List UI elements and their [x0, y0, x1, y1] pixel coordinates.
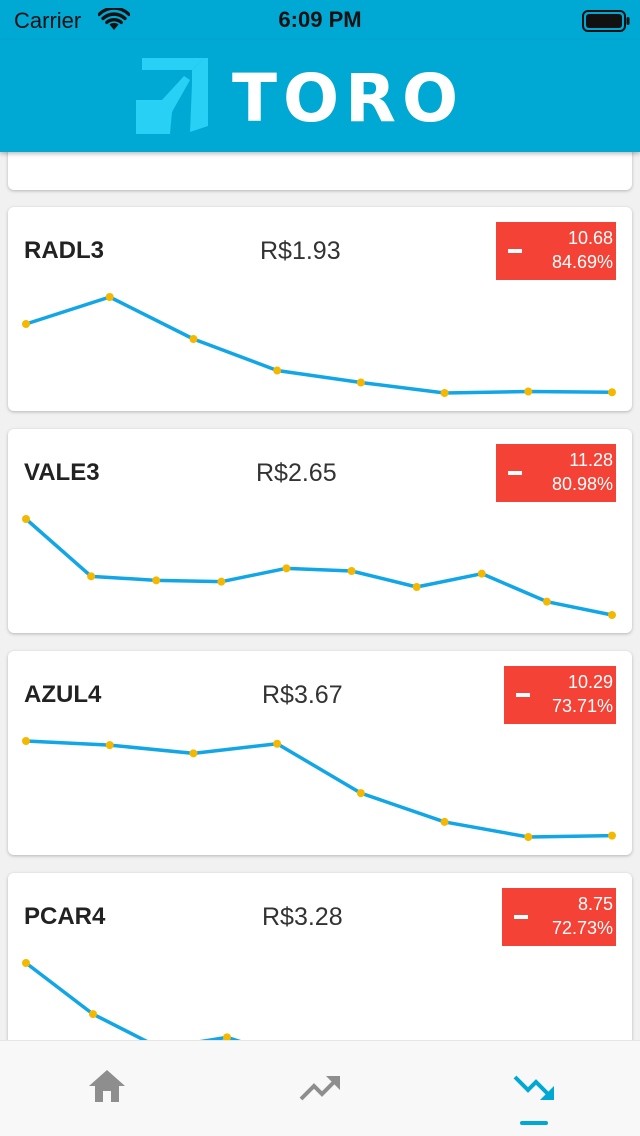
app-header: TORO	[0, 40, 640, 152]
sparkline-point	[524, 387, 533, 396]
sparkline-point	[282, 564, 291, 573]
sparkline-point	[608, 388, 616, 397]
active-tab-indicator	[520, 1121, 548, 1125]
sparkline-point	[217, 577, 226, 586]
sparkline-point	[105, 293, 114, 301]
stock-list[interactable]: RADL3 R$1.93 10.68 84.69% VALE3 R$2.65 1…	[0, 152, 640, 1040]
sparkline-path	[24, 961, 241, 1040]
sparkline-point	[189, 335, 198, 343]
sparkline-point	[22, 515, 30, 523]
sparkline-point	[273, 366, 282, 375]
stock-card[interactable]: RADL3 R$1.93 10.68 84.69%	[8, 207, 632, 411]
logo-text: TORO	[232, 60, 465, 137]
status-bar: Carrier 6:09 PM	[0, 0, 640, 40]
tab-bar	[0, 1040, 640, 1136]
toro-logo-icon	[136, 58, 208, 134]
sparkline-point	[356, 378, 365, 387]
price-sparkline	[22, 737, 616, 841]
sparkline-point	[152, 576, 161, 585]
sparkline-path	[24, 517, 613, 617]
price-sparkline	[22, 959, 241, 1040]
sparkline-point	[347, 567, 356, 575]
tab-home[interactable]	[0, 1041, 213, 1136]
stock-card[interactable]: PCAR4 R$3.28 8.75 72.73%	[8, 873, 632, 1040]
battery-icon	[582, 10, 630, 32]
tab-gainers[interactable]	[213, 1041, 426, 1136]
sparkline-point	[105, 741, 114, 750]
stock-card[interactable]	[8, 152, 632, 190]
sparkline-point	[542, 597, 551, 606]
trending-down-icon	[513, 1075, 554, 1100]
sparkline-point	[440, 389, 449, 397]
sparkline-point	[22, 737, 30, 745]
sparkline-point	[273, 739, 282, 748]
sparkline-point	[440, 817, 449, 826]
sparkline-point	[223, 1033, 231, 1040]
sparkline-point	[87, 572, 96, 581]
sparkline-point	[89, 1010, 97, 1019]
sparkline-point	[356, 789, 365, 798]
sparkline-point	[608, 831, 616, 840]
sparkline-point	[608, 611, 616, 619]
sparkline-path	[25, 295, 613, 395]
sparkline-point	[477, 569, 486, 578]
stock-card[interactable]: AZUL4 R$3.67 10.29 73.71%	[8, 651, 632, 855]
sparkline-path	[25, 739, 613, 839]
stock-card[interactable]: VALE3 R$2.65 11.28 80.98%	[8, 429, 632, 633]
sparkline-point	[22, 320, 30, 328]
sparkline-point	[412, 583, 421, 591]
price-sparkline	[22, 515, 616, 619]
home-icon	[89, 1070, 125, 1102]
price-sparkline	[22, 293, 616, 397]
clock: 6:09 PM	[278, 7, 362, 32]
sparkline-point	[22, 959, 30, 967]
sparkline-point	[189, 749, 198, 758]
sparkline-point	[524, 833, 533, 841]
trending-up-icon	[299, 1076, 340, 1101]
price-sparkline	[8, 152, 632, 190]
